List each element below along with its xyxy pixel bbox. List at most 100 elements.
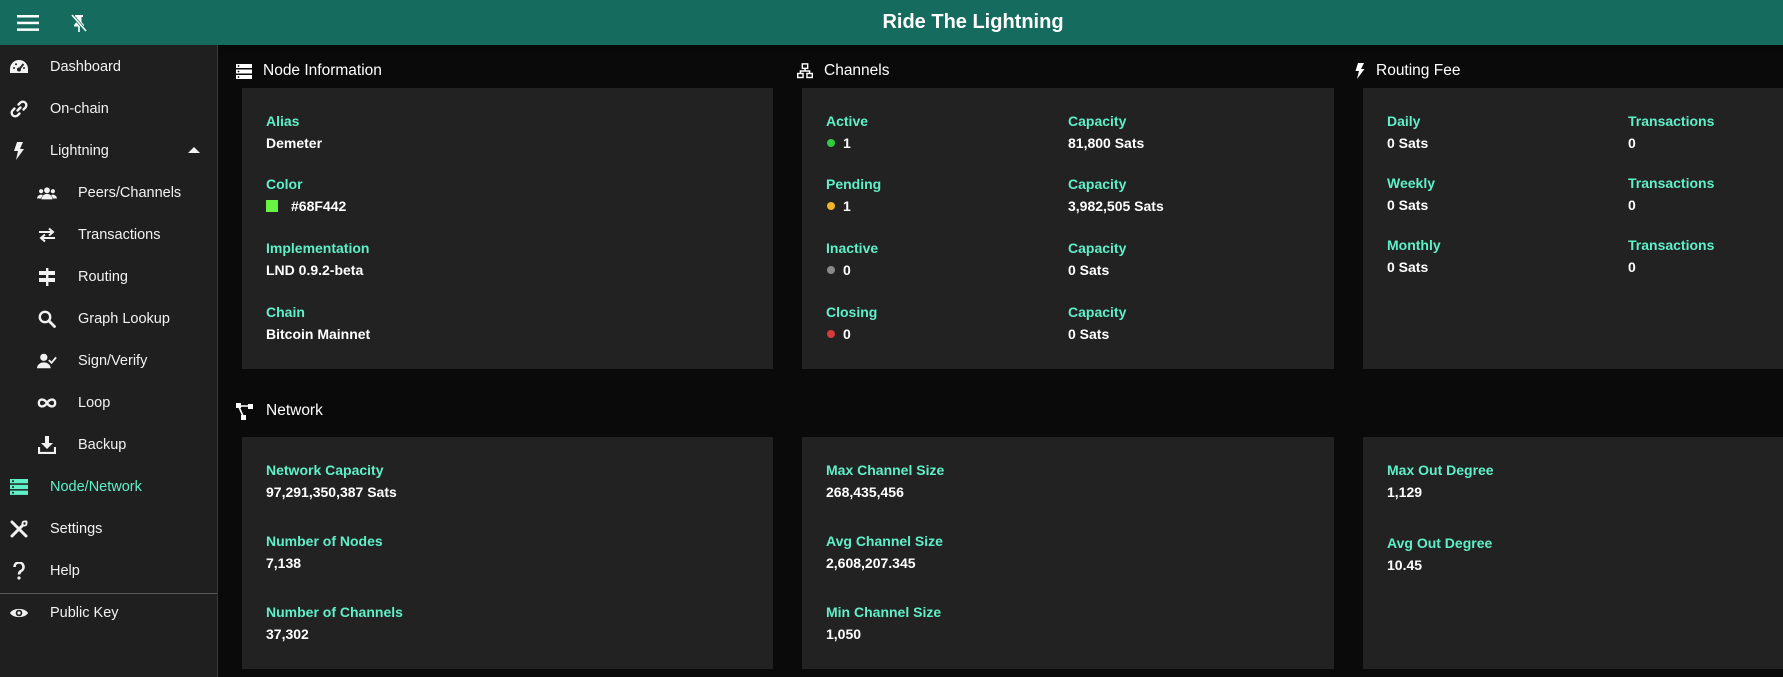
network-capacity-field: Network Capacity 97,291,350,387 Sats (266, 462, 397, 502)
section-title: Node Information (263, 62, 382, 79)
sidebar-item-label: On-chain (50, 101, 109, 117)
avg-out-degree-field: Avg Out Degree 10.45 (1387, 535, 1492, 575)
sidebar-item-label: Node/Network (50, 479, 142, 495)
question-icon (9, 562, 29, 580)
sidebar-item-help[interactable]: Help (0, 552, 217, 590)
sidebar-item-loop[interactable]: Loop (0, 384, 217, 422)
tools-icon (9, 520, 29, 538)
sidebar-item-peers-channels[interactable]: Peers/Channels (0, 174, 217, 212)
graph-icon (236, 402, 255, 420)
sidebar-item-label: Routing (78, 269, 128, 285)
sidebar-item-label: Settings (50, 521, 103, 537)
field-label: Transactions (1628, 237, 1715, 253)
field-value: 0 Sats (1387, 135, 1429, 151)
sidebar: Dashboard On-chain Lightning Peers/Chann… (0, 45, 218, 677)
node-info-heading: Node Information (236, 62, 382, 80)
field-value: 37,302 (266, 626, 309, 642)
server-icon (236, 63, 252, 79)
chevron-up-icon[interactable] (187, 145, 201, 155)
field-value: 0 (843, 326, 851, 342)
sidebar-item-public-key[interactable]: Public Key (0, 594, 217, 632)
closing-channels-field: Closing 0 (826, 304, 877, 344)
field-label: Implementation (266, 240, 370, 256)
sidebar-item-settings[interactable]: Settings (0, 510, 217, 548)
color-swatch (266, 200, 278, 212)
field-label: Number of Nodes (266, 533, 383, 549)
section-title: Network (266, 402, 323, 419)
field-label: Weekly (1387, 175, 1435, 191)
network-heading: Network (236, 402, 323, 420)
sidebar-item-routing[interactable]: Routing (0, 258, 217, 296)
field-value: Demeter (266, 135, 323, 151)
field-label: Number of Channels (266, 604, 403, 620)
field-label: Inactive (826, 240, 879, 256)
chain-field: Chain Bitcoin Mainnet (266, 304, 370, 344)
sidebar-item-node-network[interactable]: Node/Network (0, 468, 217, 506)
search-icon (37, 310, 57, 328)
sidebar-item-on-chain[interactable]: On-chain (0, 90, 217, 128)
daily-fee-field: Daily 0 Sats (1387, 113, 1428, 153)
sidebar-item-label: Sign/Verify (78, 353, 148, 369)
max-channel-size-field: Max Channel Size 268,435,456 (826, 462, 944, 502)
avg-channel-size-field: Avg Channel Size 2,608,207.345 (826, 533, 943, 573)
node-info-card: Alias Demeter Color #68F442 Implementati… (242, 88, 773, 369)
field-label: Avg Out Degree (1387, 535, 1493, 551)
sidebar-item-dashboard[interactable]: Dashboard (0, 48, 217, 86)
field-label: Min Channel Size (826, 604, 942, 620)
field-label: Color (266, 176, 303, 192)
sidebar-item-label: Graph Lookup (78, 311, 170, 327)
routing-fee-card: Daily 0 Sats Transactions 0 Weekly 0 Sat… (1363, 88, 1783, 369)
pending-capacity-field: Capacity 3,982,505 Sats (1068, 176, 1164, 216)
network-icon (797, 63, 813, 79)
field-label: Max Out Degree (1387, 462, 1494, 478)
sidebar-item-sign-verify[interactable]: Sign/Verify (0, 342, 217, 380)
field-value: Bitcoin Mainnet (266, 326, 371, 342)
sidebar-item-lightning[interactable]: Lightning (0, 132, 217, 170)
sidebar-item-label: Transactions (78, 227, 161, 243)
field-value: 7,138 (266, 555, 302, 571)
section-title: Routing Fee (1376, 62, 1461, 79)
field-value: 2,608,207.345 (826, 555, 916, 571)
field-value: 0 Sats (1387, 197, 1429, 213)
active-channels-field: Active 1 (826, 113, 868, 153)
channels-card: Active 1 Capacity 81,800 Sats Pending 1 … (802, 88, 1334, 369)
monthly-fee-field: Monthly 0 Sats (1387, 237, 1441, 277)
field-value: 0 Sats (1387, 259, 1429, 275)
max-out-degree-field: Max Out Degree 1,129 (1387, 462, 1494, 502)
field-label: Pending (826, 176, 882, 192)
app-title: Ride The Lightning (882, 11, 1064, 33)
inactive-capacity-field: Capacity 0 Sats (1068, 240, 1126, 280)
sidebar-item-backup[interactable]: Backup (0, 426, 217, 464)
sidebar-item-label: Help (50, 563, 80, 579)
bolt-icon (1355, 63, 1365, 79)
number-of-nodes-field: Number of Nodes 7,138 (266, 533, 383, 573)
field-label: Transactions (1628, 175, 1715, 191)
field-value: 97,291,350,387 Sats (266, 484, 397, 500)
sidebar-item-label: Dashboard (50, 59, 121, 75)
infinity-icon (37, 394, 57, 412)
menu-icon[interactable] (14, 10, 42, 36)
field-value: 0 Sats (1068, 262, 1110, 278)
bolt-icon (9, 142, 29, 160)
field-value: 0 (843, 262, 851, 278)
field-label: Max Channel Size (826, 462, 945, 478)
sidebar-item-transactions[interactable]: Transactions (0, 216, 217, 254)
number-of-channels-field: Number of Channels 37,302 (266, 604, 403, 644)
sidebar-item-label: Peers/Channels (78, 185, 182, 201)
field-label: Avg Channel Size (826, 533, 943, 549)
status-dot (827, 266, 835, 274)
unpin-icon[interactable] (66, 10, 92, 36)
field-value: 3,982,505 Sats (1068, 198, 1164, 214)
swap-icon (37, 226, 57, 244)
field-value: 1,050 (826, 626, 862, 642)
out-degree-card: Max Out Degree 1,129 Avg Out Degree 10.4… (1363, 437, 1783, 669)
network-capacity-card: Network Capacity 97,291,350,387 Sats Num… (242, 437, 773, 669)
status-dot (827, 202, 835, 210)
closing-capacity-field: Capacity 0 Sats (1068, 304, 1126, 344)
weekly-transactions-field: Transactions 0 (1628, 175, 1714, 215)
sidebar-item-graph-lookup[interactable]: Graph Lookup (0, 300, 217, 338)
field-label: Capacity (1068, 240, 1127, 256)
server-icon (9, 478, 29, 496)
sidebar-item-label: Public Key (50, 605, 119, 621)
field-value: 0 (1628, 197, 1636, 213)
